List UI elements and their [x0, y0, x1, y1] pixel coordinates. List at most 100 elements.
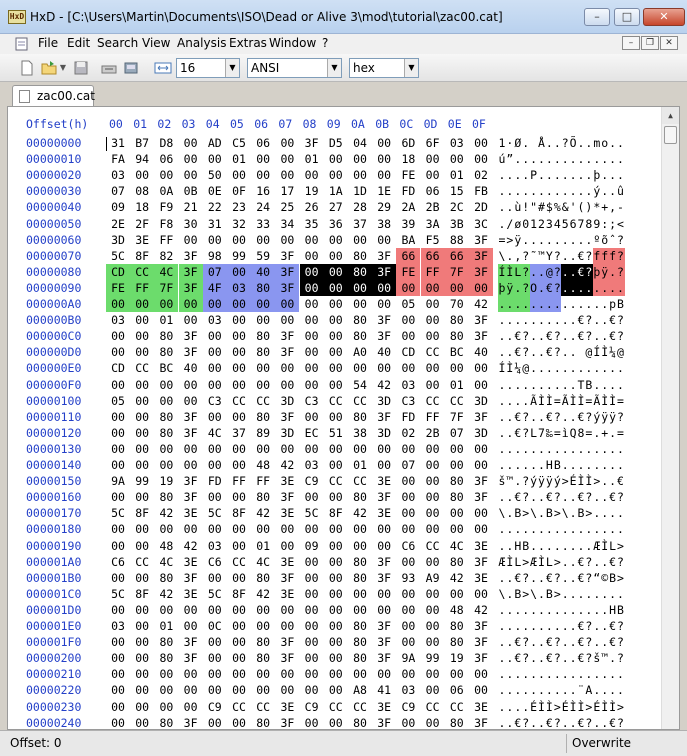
hex-byte[interactable]: C6: [396, 538, 420, 554]
text-char[interactable]: .: [530, 602, 538, 618]
hex-byte[interactable]: 00: [130, 682, 154, 698]
mdi-close-button[interactable]: ✕: [660, 36, 678, 50]
text-char[interactable]: ™: [506, 473, 514, 489]
hex-byte[interactable]: 3F: [469, 489, 493, 505]
hex-byte[interactable]: 3F: [372, 248, 396, 264]
hex-byte[interactable]: 4C: [251, 554, 275, 570]
text-char[interactable]: É: [530, 699, 538, 715]
hex-byte[interactable]: 00: [348, 167, 372, 183]
hex-byte[interactable]: 00: [130, 328, 154, 344]
text-char[interactable]: B: [577, 505, 585, 521]
text-char[interactable]: É: [561, 699, 569, 715]
text-char[interactable]: ?: [585, 650, 593, 666]
hex-byte[interactable]: 00: [372, 457, 396, 473]
text-char[interactable]: ?: [522, 344, 530, 360]
hex-byte[interactable]: 82: [154, 248, 178, 264]
text-char[interactable]: ?: [617, 715, 625, 729]
text-char[interactable]: .: [522, 699, 530, 715]
hex-byte[interactable]: 00: [130, 457, 154, 473]
hex-byte[interactable]: 01: [445, 377, 469, 393]
hex-byte[interactable]: 01: [300, 151, 324, 167]
text-char[interactable]: ?: [553, 279, 562, 296]
text-char[interactable]: .: [553, 682, 561, 698]
text-char[interactable]: .: [601, 473, 609, 489]
text-char[interactable]: ?: [585, 634, 593, 650]
text-char[interactable]: .: [506, 199, 514, 215]
hex-byte[interactable]: 03: [203, 538, 227, 554]
hex-byte[interactable]: 42: [372, 377, 396, 393]
text-char[interactable]: B: [617, 296, 625, 312]
text-char[interactable]: =: [553, 393, 561, 409]
hex-byte[interactable]: 99: [421, 650, 445, 666]
text-char[interactable]: .: [538, 328, 546, 344]
text-char[interactable]: \: [498, 586, 506, 602]
hex-byte[interactable]: 32: [227, 216, 251, 232]
text-char[interactable]: .: [530, 634, 538, 650]
text-char[interactable]: +: [601, 425, 609, 441]
hex-byte[interactable]: 00: [106, 538, 130, 554]
hex-byte[interactable]: 00: [227, 263, 251, 280]
hex-byte[interactable]: 2E: [106, 216, 130, 232]
text-char[interactable]: \: [561, 505, 569, 521]
hex-byte[interactable]: 40: [251, 263, 276, 280]
text-char[interactable]: ?: [617, 634, 625, 650]
hex-byte[interactable]: 80: [251, 634, 275, 650]
text-char[interactable]: .: [514, 377, 522, 393]
hex-byte[interactable]: 42: [251, 505, 275, 521]
text-char[interactable]: .: [609, 183, 617, 199]
text-char[interactable]: 0: [522, 216, 530, 232]
text-char[interactable]: û: [617, 183, 625, 199]
hex-byte[interactable]: 00: [203, 602, 227, 618]
hex-byte[interactable]: 00: [203, 377, 227, 393]
hex-byte[interactable]: 00: [227, 650, 251, 666]
text-char[interactable]: .: [584, 279, 593, 296]
text-char[interactable]: .: [514, 602, 522, 618]
text-char[interactable]: €: [577, 715, 585, 729]
hex-byte[interactable]: 4F: [202, 279, 227, 296]
hex-byte[interactable]: 00: [227, 715, 251, 729]
hex-byte[interactable]: 00: [421, 296, 445, 312]
text-char[interactable]: .: [577, 167, 585, 183]
hex-byte[interactable]: 00: [130, 634, 154, 650]
hex-byte[interactable]: 3E: [372, 473, 396, 489]
hex-byte[interactable]: 00: [300, 360, 324, 376]
text-char[interactable]: .: [538, 377, 546, 393]
text-char[interactable]: .: [506, 248, 514, 264]
hex-byte[interactable]: 0E: [203, 183, 227, 199]
text-char[interactable]: .: [577, 521, 585, 537]
hex-byte[interactable]: 00: [275, 618, 299, 634]
text-char[interactable]: .: [553, 521, 561, 537]
hex-byte[interactable]: 00: [130, 409, 154, 425]
hex-byte[interactable]: 80: [154, 634, 178, 650]
hex-byte[interactable]: 00: [421, 328, 445, 344]
hex-byte[interactable]: 00: [251, 312, 275, 328]
hex-byte[interactable]: 00: [251, 521, 275, 537]
text-char[interactable]: ": [530, 199, 538, 215]
text-char[interactable]: .: [498, 650, 506, 666]
text-char[interactable]: B: [545, 505, 553, 521]
text-char[interactable]: .: [585, 151, 593, 167]
hex-byte[interactable]: 00: [372, 666, 396, 682]
hex-byte[interactable]: 00: [179, 312, 203, 328]
text-char[interactable]: .: [569, 360, 577, 376]
hex-byte[interactable]: 00: [227, 682, 251, 698]
text-char[interactable]: .: [506, 650, 514, 666]
text-char[interactable]: ?: [561, 135, 569, 151]
text-char[interactable]: .: [545, 441, 553, 457]
hex-byte[interactable]: 00: [227, 441, 251, 457]
text-char[interactable]: .: [530, 538, 538, 554]
hex-byte[interactable]: 3F: [179, 425, 203, 441]
text-char[interactable]: Í: [498, 360, 506, 376]
text-char[interactable]: .: [506, 699, 514, 715]
hex-byte[interactable]: CC: [421, 344, 445, 360]
hex-byte[interactable]: 00: [106, 682, 130, 698]
text-char[interactable]: ?: [585, 715, 593, 729]
hex-byte[interactable]: 25: [275, 199, 299, 215]
hex-byte[interactable]: 00: [324, 344, 348, 360]
hex-byte[interactable]: 3D: [372, 393, 396, 409]
menu-window[interactable]: Window: [269, 36, 316, 50]
text-char[interactable]: L: [545, 554, 553, 570]
hex-byte[interactable]: 48: [445, 602, 469, 618]
text-char[interactable]: .: [569, 586, 577, 602]
text-char[interactable]: .: [616, 279, 625, 296]
